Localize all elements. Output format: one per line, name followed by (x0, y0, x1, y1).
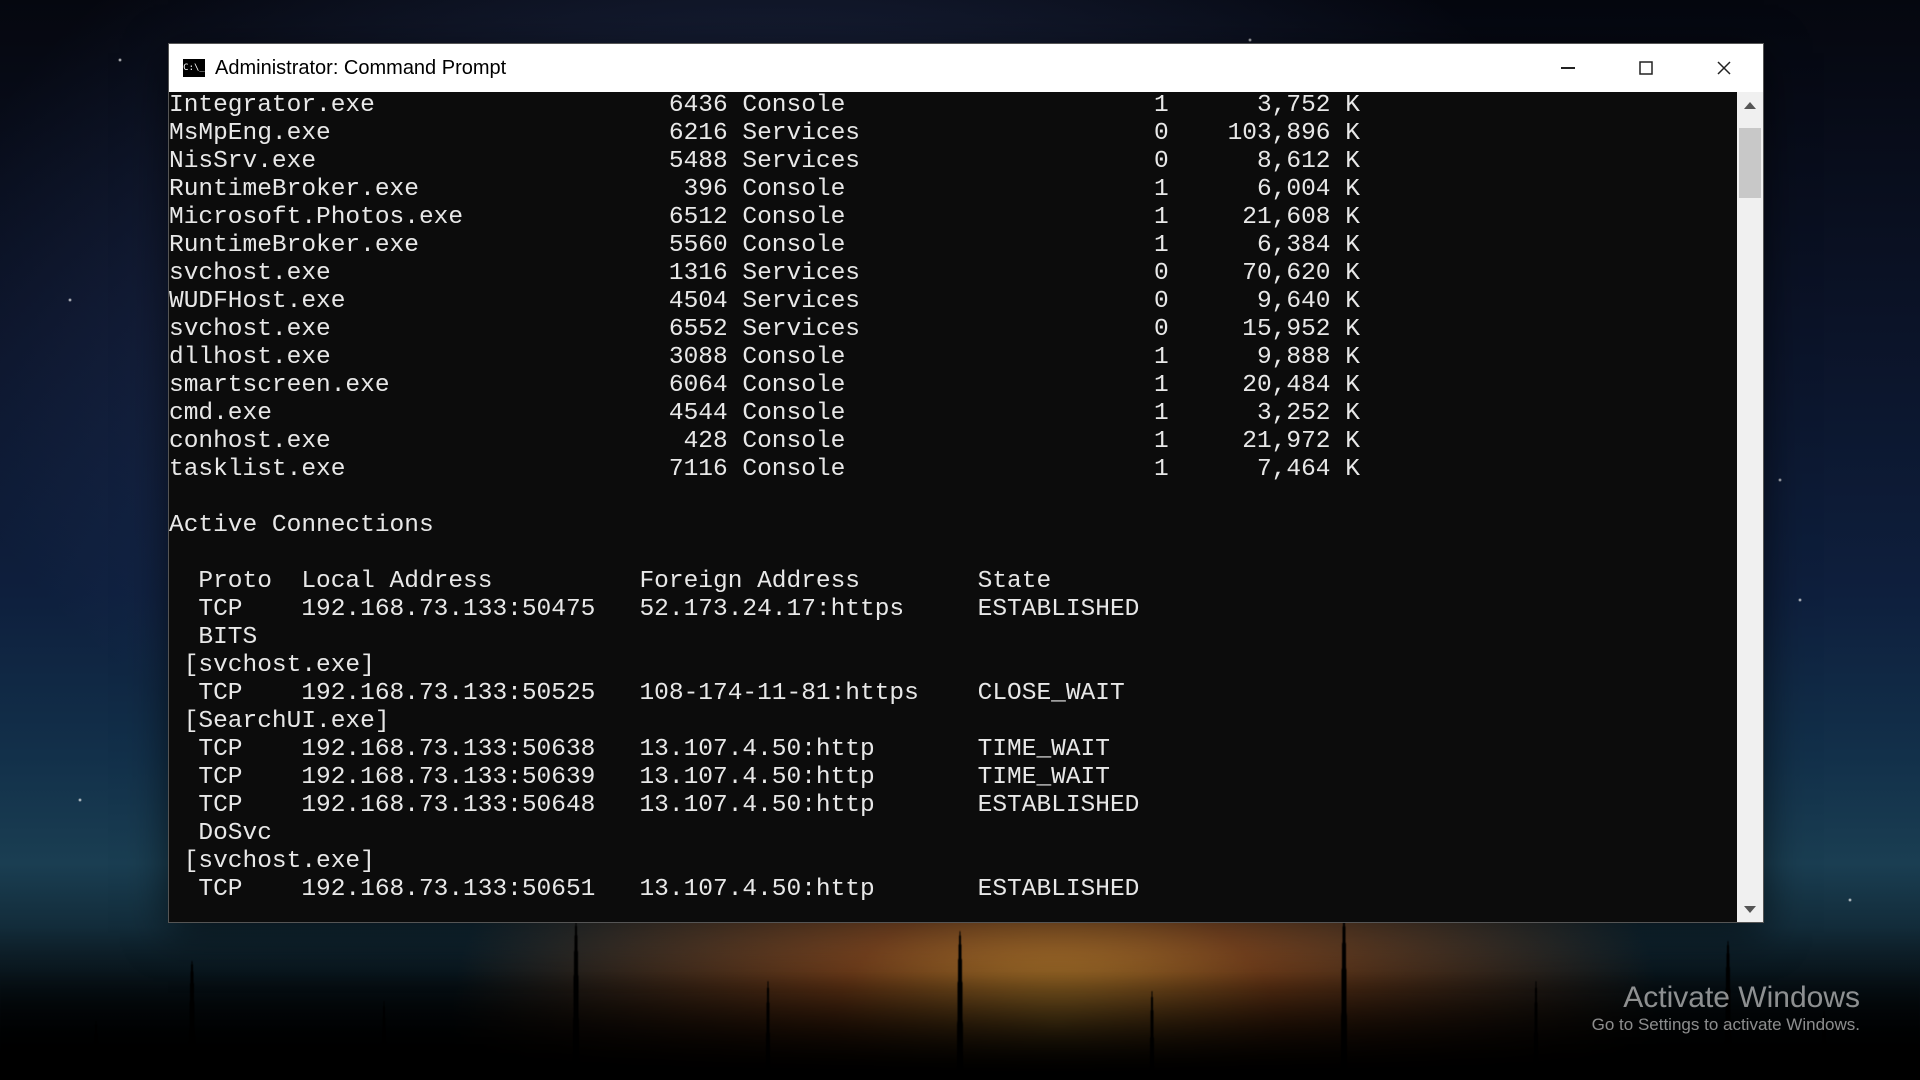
window-controls (1529, 44, 1763, 92)
terminal-output[interactable]: Integrator.exe 6436 Console 1 3,752 K Ms… (169, 92, 1737, 922)
chevron-up-icon (1744, 102, 1756, 109)
minimize-icon (1561, 67, 1575, 69)
maximize-button[interactable] (1607, 44, 1685, 92)
scrollbar-down-button[interactable] (1737, 896, 1763, 922)
scrollbar-vertical[interactable] (1737, 92, 1763, 922)
minimize-button[interactable] (1529, 44, 1607, 92)
titlebar[interactable]: Administrator: Command Prompt (169, 44, 1763, 92)
command-prompt-window: Administrator: Command Prompt Integrator… (168, 43, 1764, 923)
window-title: Administrator: Command Prompt (215, 57, 506, 80)
cmd-icon (183, 59, 205, 77)
chevron-down-icon (1744, 906, 1756, 913)
scrollbar-thumb[interactable] (1739, 128, 1761, 198)
scrollbar-up-button[interactable] (1737, 92, 1763, 118)
desktop: Activate Windows Go to Settings to activ… (0, 0, 1920, 1080)
close-button[interactable] (1685, 44, 1763, 92)
window-client-area: Integrator.exe 6436 Console 1 3,752 K Ms… (169, 92, 1763, 922)
close-icon (1717, 61, 1731, 75)
maximize-icon (1639, 61, 1653, 75)
